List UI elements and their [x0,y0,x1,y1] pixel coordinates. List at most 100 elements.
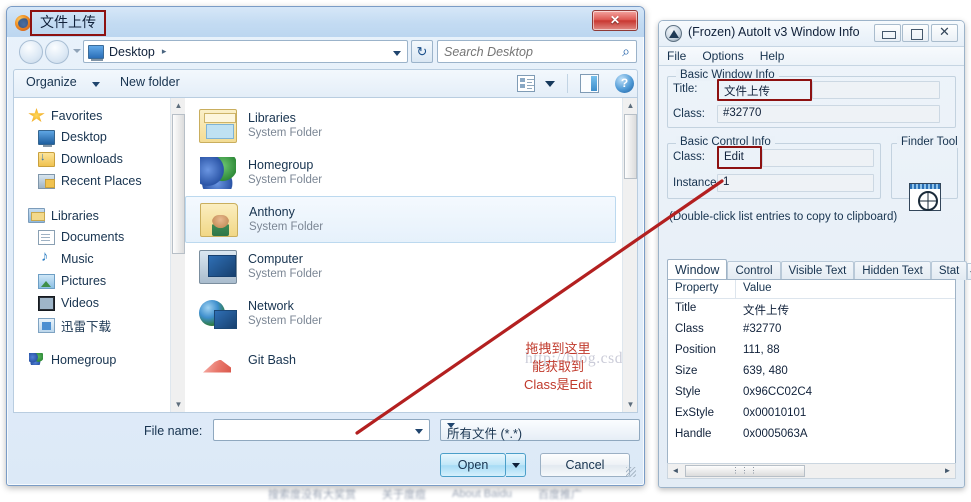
organize-button[interactable]: Organize [26,75,77,89]
help-icon[interactable]: ? [615,74,634,93]
tab-statusbar[interactable]: Stat [930,261,968,280]
column-header-property[interactable]: Property [668,280,736,298]
sidebar-item-music[interactable]: Music [14,248,170,270]
control-instance-label: Instance: [673,177,720,189]
organize-chevron-down-icon[interactable] [92,82,100,87]
scroll-down-icon[interactable]: ▼ [171,397,186,412]
menu-item-options[interactable]: Options [702,49,743,63]
dialog-toolbar: Organize New folder ? [13,69,638,97]
sidebar-item-recent-places[interactable]: Recent Places [14,170,170,192]
column-header-value[interactable]: Value [736,280,955,298]
dialog-footer: File name: 所有文件 (*.*) Open Cancel [13,417,640,479]
autoit-title-bar: (Frozen) AutoIt v3 Window Info [659,21,964,46]
scroll-down-icon[interactable]: ▼ [623,397,638,412]
scroll-up-icon[interactable]: ▲ [623,98,638,113]
bg-text-2: About Baidu [452,488,512,500]
file-type-filter[interactable]: 所有文件 (*.*) [440,419,640,441]
file-name-input[interactable] [214,420,429,440]
control-instance-field[interactable]: 1 [717,174,874,192]
file-list-scrollbar[interactable]: ▲ ▼ [622,98,637,412]
recent-locations-chevron-down-icon[interactable] [73,49,81,53]
scrollbar-thumb[interactable]: ⋮⋮⋮ [685,465,805,477]
control-instance-value: 1 [723,176,730,188]
file-name-chevron-down-icon[interactable] [415,429,423,434]
table-row[interactable]: Size 639, 480 [668,362,955,383]
table-row[interactable]: Class #32770 [668,320,955,341]
menu-item-help[interactable]: Help [760,49,785,63]
table-row[interactable]: Handle 0x0005063A [668,425,955,446]
forward-button[interactable] [45,40,69,64]
list-item[interactable]: Libraries System Folder [185,102,622,149]
sidebar-item-documents[interactable]: Documents [14,226,170,248]
minimize-button[interactable] [874,24,901,42]
list-item-selected[interactable]: Anthony System Folder [185,196,616,243]
maximize-button[interactable] [902,24,929,42]
close-button[interactable] [931,24,958,42]
view-mode-icon[interactable] [517,75,535,92]
sidebar-item-libraries[interactable]: Libraries [14,205,170,226]
window-class-label: Class: [673,108,705,120]
sidebar-item-downloads[interactable]: Downloads [14,148,170,170]
tab-scroll-left-icon[interactable]: ◄ [967,263,971,280]
sidebar-label: Documents [61,230,125,244]
table-row[interactable]: Title 文件上传 [668,299,955,320]
close-button[interactable]: ✕ [592,10,638,31]
table-row[interactable]: Position 111, 88 [668,341,955,362]
address-chevron-down-icon[interactable] [393,51,401,56]
tab-visible-text[interactable]: Visible Text [780,261,855,280]
refresh-button[interactable]: ↻ [411,40,433,63]
tab-window[interactable]: Window [667,259,728,280]
finder-crosshair-icon[interactable] [909,183,941,211]
user-folder-icon [200,202,238,237]
window-title-highlight-box: 文件上传 [717,79,812,101]
libraries-folder-icon [199,108,237,143]
file-type-chevron-down-icon[interactable] [447,423,455,428]
resize-grip[interactable] [626,467,636,477]
scroll-left-icon[interactable]: ◄ [668,464,683,478]
list-item[interactable]: Computer System Folder [185,243,622,290]
tab-hidden-text[interactable]: Hidden Text [854,261,931,280]
scroll-up-icon[interactable]: ▲ [171,98,186,113]
xunlei-icon [38,317,55,333]
new-folder-button[interactable]: New folder [120,75,180,89]
sidebar-item-desktop[interactable]: Desktop [14,126,170,148]
window-class-field[interactable]: #32770 [717,105,940,123]
navigation-pane-scrollbar[interactable]: ▲ ▼ [170,98,186,412]
address-bar[interactable]: Desktop ▸ [83,40,408,63]
sidebar-label: Homegroup [51,352,117,367]
control-class-field-rest[interactable] [762,149,874,167]
dialog-title-highlight-box: 文件上传 [30,10,106,36]
file-subtitle: System Folder [248,268,323,281]
tab-control[interactable]: Control [727,261,781,280]
table-row[interactable]: Style 0x96CC02C4 [668,383,955,404]
window-title-field-rest[interactable] [812,81,940,99]
list-item[interactable]: Homegroup System Folder [185,149,622,196]
open-split-chevron-down-icon[interactable] [506,453,526,477]
sidebar-item-pictures[interactable]: Pictures [14,270,170,292]
breadcrumb-desktop[interactable]: Desktop [109,45,155,59]
cancel-button[interactable]: Cancel [540,453,630,477]
view-chevron-down-icon[interactable] [545,81,555,87]
sidebar-item-videos[interactable]: Videos [14,292,170,314]
list-item[interactable]: Network System Folder [185,290,622,337]
scrollbar-thumb[interactable] [624,114,637,179]
file-name-field[interactable] [213,419,430,441]
search-box[interactable]: ⌕ [437,40,637,63]
table-row[interactable]: ExStyle 0x00010101 [668,404,955,425]
listview-horizontal-scrollbar[interactable]: ◄ ⋮⋮⋮ ► [667,463,956,479]
homegroup-icon [28,352,45,367]
menu-item-file[interactable]: File [667,49,686,63]
dialog-title-bar: 文件上传 ✕ [7,7,644,37]
back-button[interactable] [19,40,43,64]
sidebar-label: Desktop [61,130,107,144]
sidebar-item-favorites[interactable]: Favorites [14,105,170,126]
preview-pane-icon[interactable] [580,74,599,93]
search-input[interactable] [444,44,620,59]
sidebar-item-xunlei[interactable]: 迅雷下载 [14,314,170,336]
open-button[interactable]: Open [440,453,506,477]
scroll-right-icon[interactable]: ► [940,464,955,478]
bg-text-0: 搜索度没有大奖赏 [268,489,356,501]
scrollbar-thumb[interactable] [172,114,185,254]
sidebar-item-homegroup[interactable]: Homegroup [14,349,170,370]
